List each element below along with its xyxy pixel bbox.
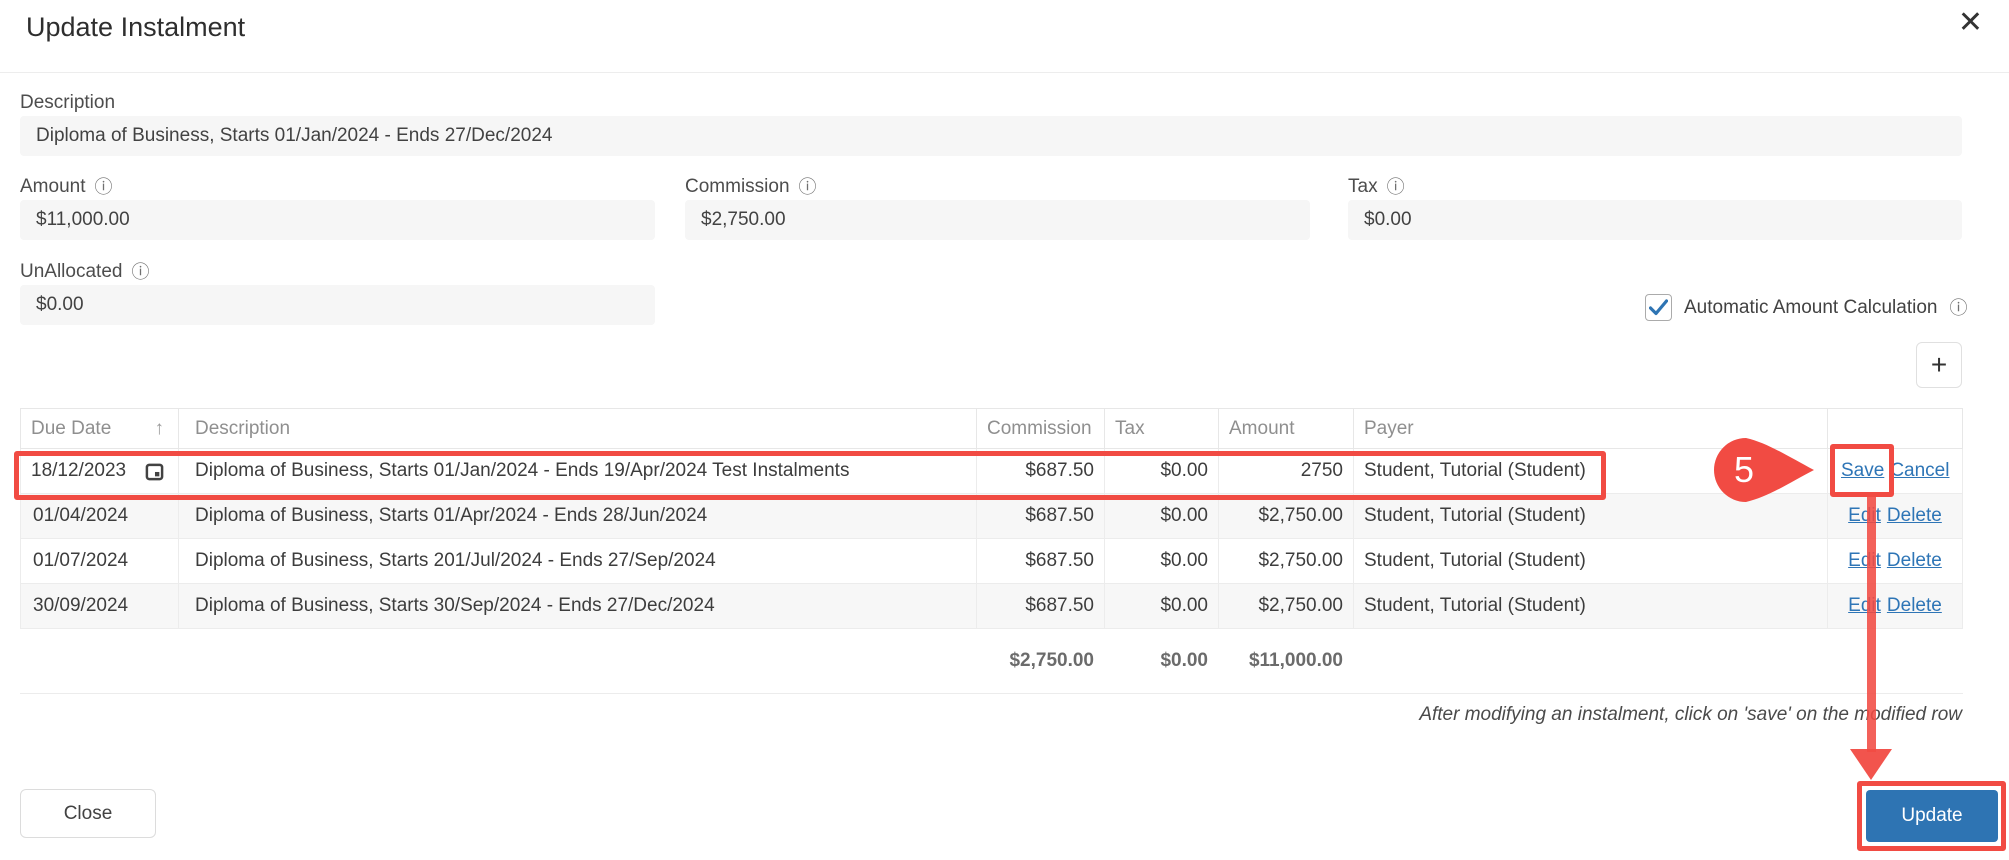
auto-calc-row: Automatic Amount Calculation ⓘ xyxy=(1645,294,1967,321)
tax-label: Tax ⓘ xyxy=(1348,176,1405,198)
table-row: 01/07/2024 Diploma of Business, Starts 2… xyxy=(20,538,1963,584)
column-header-commission[interactable]: Commission xyxy=(976,408,1105,449)
description-label-text: Description xyxy=(20,92,116,113)
amount-cell: $2,750.00 xyxy=(1218,493,1354,539)
plus-icon: + xyxy=(1930,349,1948,380)
info-icon[interactable]: ⓘ xyxy=(94,178,112,196)
description-input[interactable] xyxy=(20,116,1962,156)
actions-cell: Edit Delete xyxy=(1827,493,1963,539)
tax-total: $0.00 xyxy=(1104,628,1219,694)
amount-label-text: Amount xyxy=(20,176,86,197)
info-icon[interactable]: ⓘ xyxy=(1949,299,1967,317)
commission-cell: $687.50 xyxy=(976,538,1105,584)
delete-link[interactable]: Delete xyxy=(1887,550,1942,571)
update-button[interactable]: Update xyxy=(1866,790,1998,842)
tax-cell: $0.00 xyxy=(1104,538,1219,584)
amount-input[interactable] xyxy=(20,200,655,240)
tax-cell: $0.00 xyxy=(1104,583,1219,629)
commission-input[interactable] xyxy=(685,200,1310,240)
commission-cell: $687.50 xyxy=(976,493,1105,539)
table-row: 30/09/2024 Diploma of Business, Starts 3… xyxy=(20,583,1963,629)
calendar-icon[interactable] xyxy=(145,462,164,481)
info-icon[interactable]: ⓘ xyxy=(131,263,149,281)
close-icon[interactable]: ✕ xyxy=(1958,8,1983,38)
header-divider xyxy=(0,72,2009,73)
amount-cell: $2,750.00 xyxy=(1218,583,1354,629)
commission-label-text: Commission xyxy=(685,176,790,197)
unallocated-input[interactable] xyxy=(20,285,655,325)
amount-total: $11,000.00 xyxy=(1218,628,1354,694)
close-button[interactable]: Close xyxy=(20,789,156,838)
annotation-arrow-head xyxy=(1850,749,1892,780)
edit-link[interactable]: Edit xyxy=(1848,595,1881,616)
column-header-amount[interactable]: Amount xyxy=(1218,408,1354,449)
unallocated-label: UnAllocated ⓘ xyxy=(20,261,149,283)
instalments-table: Due Date ↑ Description Commission Tax Am… xyxy=(20,408,1963,694)
table-row: 01/04/2024 Diploma of Business, Starts 0… xyxy=(20,493,1963,539)
table-footer-row: $2,750.00 $0.00 $11,000.00 xyxy=(20,628,1963,694)
footer-empty-cell xyxy=(1827,628,1963,694)
due-date-cell: 01/07/2024 xyxy=(20,538,179,584)
payer-cell[interactable]: Student, Tutorial (Student) xyxy=(1353,448,1828,494)
amount-cell[interactable]: 2750 xyxy=(1218,448,1354,494)
edit-link[interactable]: Edit xyxy=(1848,550,1881,571)
payer-cell: Student, Tutorial (Student) xyxy=(1353,493,1828,539)
auto-calc-checkbox[interactable] xyxy=(1645,294,1672,321)
tax-label-text: Tax xyxy=(1348,176,1378,197)
actions-cell: Edit Delete xyxy=(1827,583,1963,629)
column-header-actions xyxy=(1827,408,1963,449)
due-date-header-label: Due Date xyxy=(31,417,112,439)
description-cell[interactable]: Diploma of Business, Starts 01/Jan/2024 … xyxy=(178,448,977,494)
tax-cell[interactable]: $0.00 xyxy=(1104,448,1219,494)
unallocated-label-text: UnAllocated xyxy=(20,261,123,282)
tax-input[interactable] xyxy=(1348,200,1962,240)
description-cell: Diploma of Business, Starts 01/Apr/2024 … xyxy=(178,493,977,539)
amount-label: Amount ⓘ xyxy=(20,176,112,198)
footer-empty-cell xyxy=(178,628,977,694)
due-date-cell: 30/09/2024 xyxy=(20,583,179,629)
payer-cell: Student, Tutorial (Student) xyxy=(1353,538,1828,584)
column-header-description[interactable]: Description xyxy=(178,408,977,449)
cancel-link[interactable]: Cancel xyxy=(1890,460,1949,481)
description-cell: Diploma of Business, Starts 30/Sep/2024 … xyxy=(178,583,977,629)
table-header-row: Due Date ↑ Description Commission Tax Am… xyxy=(20,408,1963,449)
payer-cell: Student, Tutorial (Student) xyxy=(1353,583,1828,629)
due-date-value: 18/12/2023 xyxy=(31,460,127,481)
delete-link[interactable]: Delete xyxy=(1887,595,1942,616)
info-icon[interactable]: ⓘ xyxy=(1387,178,1405,196)
actions-cell: Edit Delete xyxy=(1827,538,1963,584)
commission-total: $2,750.00 xyxy=(976,628,1105,694)
footer-empty-cell xyxy=(1353,628,1828,694)
sort-asc-icon[interactable]: ↑ xyxy=(155,418,165,440)
commission-label: Commission ⓘ xyxy=(685,176,817,198)
delete-link[interactable]: Delete xyxy=(1887,505,1942,526)
save-link[interactable]: Save xyxy=(1841,460,1884,481)
column-header-payer[interactable]: Payer xyxy=(1353,408,1828,449)
description-label: Description xyxy=(20,92,115,114)
commission-cell: $687.50 xyxy=(976,583,1105,629)
table-row-editing: 18/12/2023 Diploma of Business, Starts 0… xyxy=(20,448,1963,494)
info-icon[interactable]: ⓘ xyxy=(799,178,817,196)
footer-empty-cell xyxy=(20,628,179,694)
commission-cell[interactable]: $687.50 xyxy=(976,448,1105,494)
due-date-edit-cell[interactable]: 18/12/2023 xyxy=(20,448,179,494)
amount-cell: $2,750.00 xyxy=(1218,538,1354,584)
auto-calc-label: Automatic Amount Calculation xyxy=(1684,296,1938,318)
due-date-cell: 01/04/2024 xyxy=(20,493,179,539)
check-icon xyxy=(1649,299,1668,316)
column-header-due-date[interactable]: Due Date ↑ xyxy=(20,408,179,449)
description-cell: Diploma of Business, Starts 201/Jul/2024… xyxy=(178,538,977,584)
tax-cell: $0.00 xyxy=(1104,493,1219,539)
column-header-tax[interactable]: Tax xyxy=(1104,408,1219,449)
page-title: Update Instalment xyxy=(26,12,246,42)
actions-cell: Save Cancel xyxy=(1827,448,1963,494)
save-hint-note: After modifying an instalment, click on … xyxy=(1419,704,1962,725)
add-instalment-button[interactable]: + xyxy=(1916,342,1962,388)
edit-link[interactable]: Edit xyxy=(1848,505,1881,526)
